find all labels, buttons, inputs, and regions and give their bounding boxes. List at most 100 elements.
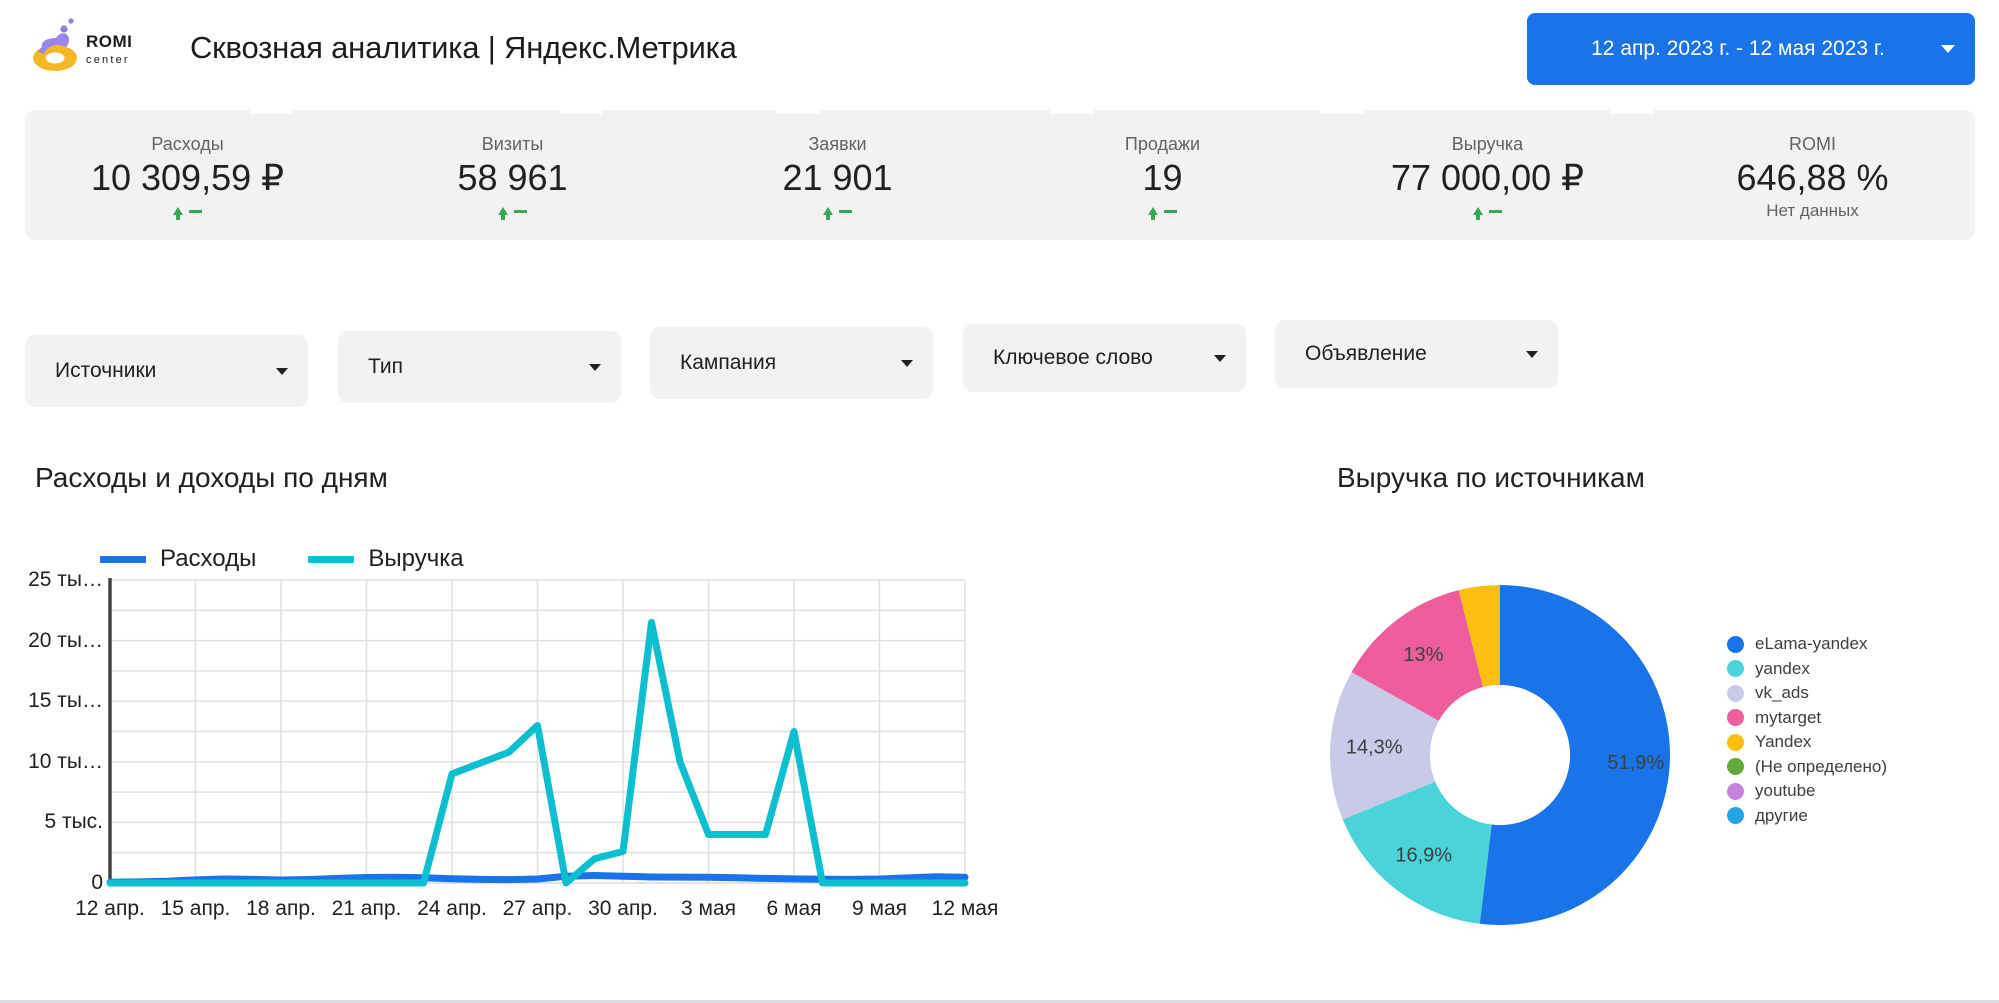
- legend-dot-icon: [1727, 758, 1744, 776]
- legend-item-Выручка[interactable]: Выручка: [308, 545, 464, 573]
- pie-chart-legend: eLama-yandex yandex vk_ads mytarget Yandex (Н…: [1727, 632, 1887, 828]
- pie-legend-item-другие[interactable]: другие: [1727, 804, 1887, 829]
- x-axis-tick-label: 30 апр.: [588, 897, 658, 920]
- pie-legend-label: mytarget: [1755, 707, 1822, 727]
- pie-legend-item-youtube[interactable]: youtube: [1727, 779, 1887, 804]
- kpi-label: Расходы: [151, 134, 224, 154]
- chevron-down-icon: [1506, 350, 1558, 358]
- kpi-card-0: Расходы 10 309,59 ₽: [25, 110, 350, 240]
- page-header: ROMI center Сквозная аналитика | Яндекс.…: [0, 0, 1999, 100]
- kpi-card-2: Заявки 21 901: [675, 110, 1000, 240]
- kpi-delta-dash: [1164, 209, 1177, 213]
- legend-dot-icon: [1727, 733, 1744, 751]
- filter-label: Объявление: [1305, 342, 1427, 365]
- pie-legend-label: yandex: [1755, 658, 1810, 678]
- kpi-label: Продажи: [1124, 134, 1201, 154]
- kpi-card-4: Выручка 77 000,00 ₽: [1325, 110, 1650, 240]
- kpi-trend-indicator: [1473, 202, 1502, 221]
- filter-label: Ключевое слово: [993, 346, 1153, 369]
- y-axis-tick-label: 25 ты…: [28, 568, 103, 591]
- y-axis-tick-label: 15 ты…: [28, 689, 103, 713]
- kpi-value: 10 309,59 ₽: [90, 157, 285, 198]
- kpi-card-separator: [1050, 110, 1094, 114]
- kpi-delta-dash: [189, 209, 202, 213]
- filter-dropdown-2[interactable]: Кампания: [650, 327, 933, 399]
- y-axis-tick-label: 5 тыс.: [44, 810, 103, 834]
- filter-dropdown-0[interactable]: Источники: [25, 335, 308, 407]
- pie-legend-label: vk_ads: [1755, 683, 1809, 703]
- filter-dropdown-1[interactable]: Тип: [338, 331, 621, 403]
- pie-legend-item-eLama-yandex[interactable]: eLama-yandex: [1727, 632, 1887, 657]
- pie-legend-item-Yandex[interactable]: Yandex: [1727, 730, 1887, 755]
- dashboard-page: ROMI center Сквозная аналитика | Яндекс.…: [0, 0, 1999, 1003]
- pie-legend-label: (Не определено): [1755, 756, 1887, 776]
- legend-item-Расходы[interactable]: Расходы: [100, 545, 256, 573]
- pie-legend-item-mytarget[interactable]: mytarget: [1727, 706, 1887, 731]
- page-title: Сквозная аналитика | Яндекс.Метрика: [190, 30, 737, 65]
- legend-dot-icon: [1727, 635, 1744, 653]
- kpi-value: 21 901: [782, 157, 893, 198]
- legend-swatch-icon: [100, 555, 146, 563]
- kpi-trend-indicator: [173, 202, 202, 221]
- legend-dot-icon: [1727, 807, 1744, 825]
- arrow-up-icon: [173, 207, 183, 221]
- filter-label: Тип: [368, 355, 404, 378]
- pie-slice-value-label: 14,3%: [1346, 736, 1403, 758]
- filter-label: Источники: [55, 359, 157, 382]
- date-range-picker[interactable]: 12 апр. 2023 г. - 12 мая 2023 г.: [1527, 13, 1975, 85]
- kpi-label: ROMI: [1789, 134, 1836, 154]
- pie-legend-item-yandex[interactable]: yandex: [1727, 657, 1887, 682]
- pie-chart-title: Выручка по источникам: [1337, 462, 1645, 493]
- x-axis-tick-label: 24 апр.: [417, 897, 487, 920]
- chevron-down-icon: [569, 363, 621, 371]
- svg-text:ROMI: ROMI: [86, 32, 132, 51]
- pie-legend-label: другие: [1755, 805, 1808, 825]
- pie-legend-label: Yandex: [1755, 732, 1812, 752]
- legend-swatch-icon: [308, 555, 355, 563]
- filter-dropdown-3[interactable]: Ключевое слово: [963, 324, 1246, 392]
- kpi-card-1: Визиты 58 961: [350, 110, 675, 240]
- arrow-up-icon: [1148, 207, 1158, 221]
- svg-text:center: center: [86, 54, 130, 66]
- line-chart-title: Расходы и доходы по дням: [35, 462, 388, 493]
- kpi-delta-dash: [839, 209, 852, 213]
- kpi-value: 19: [1142, 157, 1183, 198]
- line-chart-y-axis: 0 5 тыс. 10 ты… 15 ты… 20 ты… 25 ты…: [25, 568, 103, 894]
- kpi-value: 646,88 %: [1736, 157, 1889, 198]
- filter-dropdown-4[interactable]: Объявление: [1275, 320, 1558, 388]
- kpi-card-separator: [1610, 110, 1654, 114]
- chevron-down-icon: [1921, 45, 1975, 53]
- pie-legend-item-(Не определено)[interactable]: (Не определено): [1727, 755, 1887, 780]
- kpi-label: Заявки: [808, 134, 867, 154]
- arrow-up-icon: [823, 207, 833, 221]
- kpi-trend-indicator: [1148, 202, 1177, 221]
- x-axis-tick-label: 21 апр.: [331, 897, 402, 920]
- kpi-trend-indicator: [498, 202, 527, 221]
- kpi-card-3: Продажи 19: [1000, 110, 1325, 240]
- pie-legend-item-vk_ads[interactable]: vk_ads: [1727, 681, 1887, 706]
- chevron-down-icon: [256, 367, 308, 375]
- x-axis-tick-label: 15 апр.: [160, 897, 231, 920]
- x-axis-tick-label: 27 апр.: [502, 897, 573, 920]
- chevron-down-icon: [1194, 354, 1246, 362]
- pie-slice-value-label: 16,9%: [1395, 844, 1452, 866]
- kpi-card-separator: [250, 110, 292, 114]
- pie-slice-value-label: 13%: [1403, 644, 1443, 666]
- x-axis-tick-label: 12 апр.: [75, 897, 145, 920]
- kpi-label: Визиты: [481, 134, 544, 154]
- line-chart: 0 5 тыс. 10 ты… 15 ты… 20 ты… 25 ты… 12 апр. 1…: [25, 568, 1025, 975]
- chevron-down-icon: [881, 359, 933, 367]
- kpi-summary-bar: Расходы 10 309,59 ₽ Визиты 58 961 Заявки 21 9…: [25, 110, 1975, 240]
- x-axis-tick-label: 6 мая: [766, 897, 822, 920]
- y-axis-tick-label: 20 ты…: [28, 628, 103, 652]
- legend-label: Расходы: [160, 545, 257, 572]
- kpi-trend-indicator: [823, 202, 852, 221]
- romi-center-logo: ROMI center: [28, 14, 138, 76]
- kpi-note: Нет данных: [1766, 201, 1859, 221]
- y-axis-tick-label: 10 ты…: [28, 749, 103, 773]
- pie-legend-label: youtube: [1755, 781, 1816, 801]
- legend-dot-icon: [1727, 782, 1744, 800]
- kpi-card-separator: [775, 110, 819, 114]
- pie-slice-value-label: 51,9%: [1607, 752, 1664, 774]
- revenue-by-source-donut: 51,9% 16,9% 14,3% 13%: [1300, 555, 1700, 955]
